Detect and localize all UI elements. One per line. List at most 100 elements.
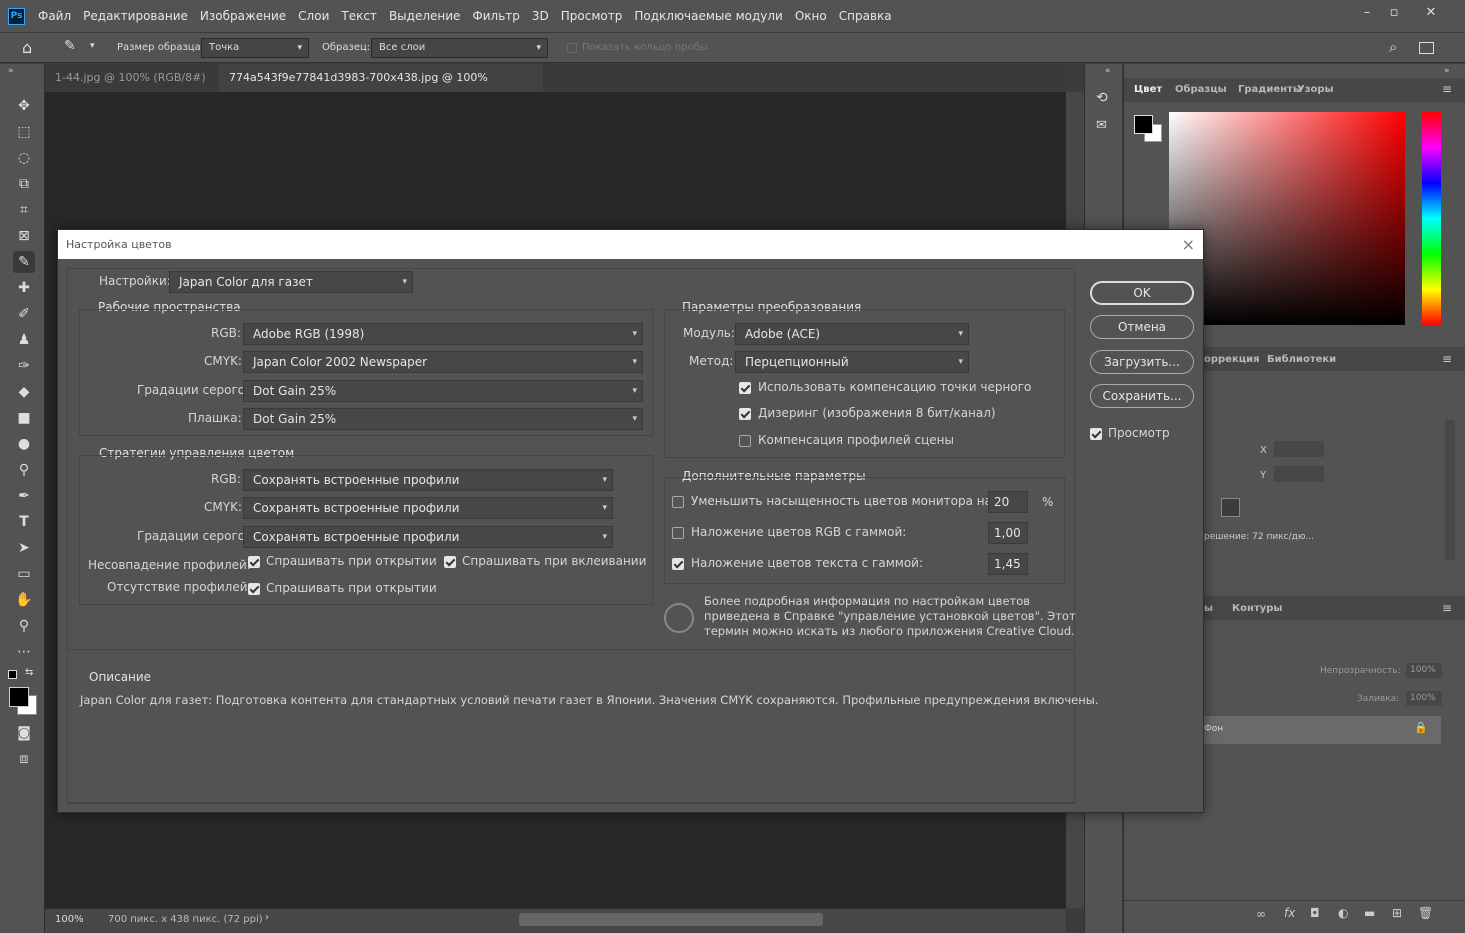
- color-fg-swatch[interactable]: [1134, 115, 1153, 134]
- link-layers-icon[interactable]: ∞: [1256, 907, 1266, 921]
- prop-x-field[interactable]: [1274, 441, 1324, 457]
- adjustment-layer-icon[interactable]: ◐: [1338, 906, 1348, 920]
- eyedropper-tool-icon[interactable]: ✎: [13, 251, 35, 273]
- new-layer-icon[interactable]: ⊞: [1392, 906, 1402, 920]
- object-select-tool-icon[interactable]: ⧉: [13, 173, 35, 195]
- eraser-tool-icon[interactable]: ◆: [13, 381, 35, 403]
- brush-tool-icon[interactable]: ✐: [13, 303, 35, 325]
- more-tools-icon[interactable]: ⋯: [13, 641, 35, 663]
- ws-cmyk-select[interactable]: Japan Color 2002 Newspaper ▾: [243, 351, 643, 373]
- group-folder-icon[interactable]: ▬: [1364, 906, 1375, 920]
- foreground-color-swatch[interactable]: [9, 687, 29, 707]
- show-ring-checkbox[interactable]: [567, 43, 577, 53]
- menu-select[interactable]: Выделение: [383, 0, 466, 33]
- panel-menu-icon[interactable]: ≡: [1442, 352, 1452, 366]
- quick-mask-icon[interactable]: ◙: [13, 722, 35, 744]
- fx-icon[interactable]: fx: [1284, 906, 1295, 920]
- sample-size-select[interactable]: Точка ▾: [201, 38, 309, 58]
- panel-menu-icon[interactable]: ≡: [1442, 601, 1452, 615]
- tab-adjustments[interactable]: оррекция: [1204, 354, 1260, 365]
- menu-plugins[interactable]: Подключаемые модули: [628, 0, 789, 33]
- path-select-tool-icon[interactable]: ➤: [13, 537, 35, 559]
- dialog-close-icon[interactable]: ×: [1182, 230, 1195, 259]
- properties-scrollbar[interactable]: [1445, 420, 1455, 560]
- bpc-checkbox[interactable]: [739, 382, 751, 394]
- history-brush-tool-icon[interactable]: ✑: [13, 355, 35, 377]
- blend-rgb-checkbox[interactable]: [672, 527, 684, 539]
- ok-button[interactable]: OK: [1090, 281, 1194, 305]
- opacity-field[interactable]: 100%: [1406, 663, 1442, 678]
- comments-icon[interactable]: ✉: [1096, 118, 1107, 133]
- blend-rgb-field[interactable]: 1,00: [988, 522, 1028, 544]
- dither-checkbox[interactable]: [739, 408, 751, 420]
- window-close-icon[interactable]: ✕: [1417, 4, 1445, 22]
- menu-type[interactable]: Текст: [335, 0, 383, 33]
- menu-view[interactable]: Просмотр: [555, 0, 629, 33]
- eyedropper-icon[interactable]: ✎: [64, 38, 76, 54]
- tab-patterns[interactable]: Узоры: [1297, 84, 1334, 95]
- move-tool-icon[interactable]: ✥: [13, 95, 35, 117]
- panel-menu-icon[interactable]: ≡: [1442, 82, 1452, 96]
- menu-edit[interactable]: Редактирование: [77, 0, 194, 33]
- dodge-tool-icon[interactable]: ⚲: [13, 459, 35, 481]
- mismatch-open-checkbox[interactable]: [248, 556, 260, 568]
- default-colors-icon[interactable]: [8, 670, 17, 679]
- mismatch-paste-checkbox[interactable]: [444, 556, 456, 568]
- save-button[interactable]: Сохранить...: [1090, 384, 1194, 408]
- hue-slider[interactable]: [1422, 112, 1441, 325]
- fill-field[interactable]: 100%: [1406, 691, 1442, 706]
- tab-libraries[interactable]: Библиотеки: [1267, 354, 1336, 365]
- tab-document-1[interactable]: 1-44.jpg @ 100% (RGB/8#) ×: [45, 64, 218, 112]
- trash-icon[interactable]: 🗑: [1418, 906, 1433, 920]
- minimize-icon[interactable]: –: [1353, 4, 1381, 22]
- blend-text-field[interactable]: 1,45: [988, 553, 1028, 575]
- rectangle-tool-icon[interactable]: ▭: [13, 563, 35, 585]
- tab-gradients[interactable]: Градиенты: [1238, 84, 1302, 95]
- type-tool-icon[interactable]: T: [13, 511, 35, 533]
- blend-text-checkbox[interactable]: [672, 558, 684, 570]
- menu-window[interactable]: Окно: [789, 0, 833, 33]
- frame-tool-icon[interactable]: ⊠: [13, 225, 35, 247]
- marquee-tool-icon[interactable]: ⬚: [13, 121, 35, 143]
- menu-layers[interactable]: Слои: [292, 0, 335, 33]
- gradient-tool-icon[interactable]: ■: [13, 407, 35, 429]
- tab-color[interactable]: Цвет: [1134, 84, 1162, 95]
- engine-select[interactable]: Adobe (ACE) ▾: [735, 323, 969, 345]
- screen-mode-icon[interactable]: ⧈: [13, 748, 35, 770]
- menu-file[interactable]: Файл: [32, 0, 77, 33]
- canvas-horizontal-scrollbar[interactable]: [519, 913, 823, 926]
- image-mode-icon[interactable]: [1221, 498, 1240, 517]
- history-icon[interactable]: ⟲: [1096, 90, 1108, 106]
- swap-colors-icon[interactable]: ⇆: [25, 667, 33, 678]
- ws-rgb-select[interactable]: Adobe RGB (1998) ▾: [243, 323, 643, 345]
- cancel-button[interactable]: Отмена: [1090, 315, 1194, 339]
- search-icon[interactable]: ⌕: [1389, 38, 1397, 56]
- ws-gray-select[interactable]: Dot Gain 25% ▾: [243, 380, 643, 402]
- healing-brush-tool-icon[interactable]: ✚: [13, 277, 35, 299]
- zoom-level[interactable]: 100%: [55, 914, 84, 925]
- menu-3d[interactable]: 3D: [526, 0, 555, 33]
- home-icon[interactable]: ⌂: [22, 38, 32, 57]
- zoom-tool-icon[interactable]: ⚲: [13, 615, 35, 637]
- tab-swatches[interactable]: Образцы: [1175, 84, 1227, 95]
- menu-filter[interactable]: Фильтр: [466, 0, 525, 33]
- hand-tool-icon[interactable]: ✋: [13, 589, 35, 611]
- load-button[interactable]: Загрузить...: [1090, 350, 1194, 374]
- sample-select[interactable]: Все слои ▾: [371, 38, 548, 58]
- menu-help[interactable]: Справка: [833, 0, 898, 33]
- desaturate-checkbox[interactable]: [672, 496, 684, 508]
- tab-layers[interactable]: ы: [1204, 603, 1213, 614]
- missing-open-checkbox[interactable]: [248, 583, 260, 595]
- tool-preset-chevron-icon[interactable]: ▾: [90, 41, 95, 51]
- crop-tool-icon[interactable]: ⌗: [13, 199, 35, 221]
- collapse-icon[interactable]: «: [1105, 66, 1111, 76]
- pol-rgb-select[interactable]: Сохранять встроенные профили ▾: [243, 469, 613, 491]
- status-menu-chevron-icon[interactable]: ›: [265, 912, 269, 923]
- prop-y-field[interactable]: [1274, 466, 1324, 482]
- settings-select[interactable]: Japan Color для газет ▾: [169, 271, 413, 293]
- scene-comp-checkbox[interactable]: [739, 435, 751, 447]
- pol-cmyk-select[interactable]: Сохранять встроенные профили ▾: [243, 497, 613, 519]
- ws-spot-select[interactable]: Dot Gain 25% ▾: [243, 408, 643, 430]
- add-mask-icon[interactable]: ◘: [1310, 906, 1320, 920]
- preview-checkbox[interactable]: [1090, 428, 1102, 440]
